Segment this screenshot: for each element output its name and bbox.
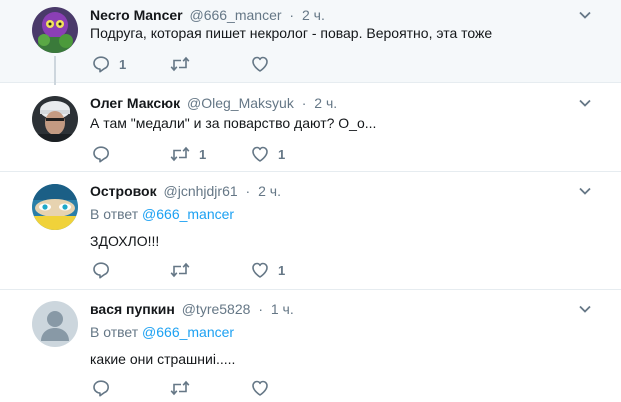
separator: · <box>289 7 295 23</box>
tweet-text: А там "медали" и за поварство дают? О_о.… <box>90 115 377 131</box>
timestamp[interactable]: 2 ч. <box>302 7 325 23</box>
username[interactable]: @jcnhjdjr61 <box>164 183 238 199</box>
chevron-down-icon[interactable] <box>579 186 591 196</box>
thread-line <box>54 56 56 85</box>
retweet-count: 1 <box>199 146 207 162</box>
like-button[interactable]: 1 <box>251 261 285 279</box>
reply-label: В ответ <box>90 324 139 340</box>
tweet-header: Островок @jcnhjdjr61 · 2 ч. <box>90 182 281 200</box>
tweet-oleg-maksyuk[interactable]: Олег Максюк @Oleg_Maksyuk · 2 ч. А там "… <box>0 83 621 171</box>
timestamp[interactable]: 2 ч. <box>258 183 281 199</box>
mention-link[interactable]: @666_mancer <box>142 206 234 222</box>
avatar-oleg-maksyuk[interactable] <box>32 96 78 142</box>
chevron-down-icon[interactable] <box>579 304 591 314</box>
username[interactable]: @tyre5828 <box>182 301 251 317</box>
reply-icon <box>92 261 110 279</box>
separator: · <box>258 301 263 317</box>
like-button[interactable]: 1 <box>251 145 285 163</box>
retweet-icon <box>170 379 190 397</box>
display-name[interactable]: Островок <box>90 183 157 199</box>
heart-icon <box>251 379 269 397</box>
reply-button[interactable]: 1 <box>92 55 126 73</box>
username[interactable]: @666_mancer <box>189 7 281 23</box>
tweet-header: Necro Mancer @666_mancer · 2 ч. <box>90 6 325 24</box>
tweet-text: какие они страшниі..... <box>90 351 236 367</box>
like-count: 1 <box>278 146 286 162</box>
mention-link[interactable]: @666_mancer <box>142 324 234 340</box>
like-button[interactable] <box>251 379 278 397</box>
timestamp[interactable]: 1 ч. <box>271 301 294 317</box>
reply-icon <box>92 145 110 163</box>
reply-button[interactable] <box>92 379 119 397</box>
retweet-icon <box>170 55 190 73</box>
retweet-button[interactable] <box>170 261 199 279</box>
avatar-ostrovok[interactable] <box>32 184 78 230</box>
reply-context: В ответ @666_mancer <box>90 323 234 341</box>
heart-icon <box>251 55 269 73</box>
tweet-necro-mancer[interactable]: Necro Mancer @666_mancer · 2 ч. Подруга,… <box>0 0 621 82</box>
avatar-vasya-pupkin[interactable] <box>32 301 78 347</box>
retweet-icon <box>170 261 190 279</box>
tweet-ostrovok[interactable]: Островок @jcnhjdjr61 · 2 ч. В ответ @666… <box>0 172 621 289</box>
tweet-text: ЗДОХЛО!!! <box>90 233 160 249</box>
reply-button[interactable] <box>92 261 119 279</box>
retweet-button[interactable] <box>170 55 199 73</box>
reply-count: 1 <box>119 56 127 72</box>
heart-icon <box>251 145 269 163</box>
chevron-down-icon[interactable] <box>579 10 591 20</box>
separator: · <box>245 183 251 199</box>
tweet-header: Олег Максюк @Oleg_Maksyuk · 2 ч. <box>90 94 337 112</box>
retweet-icon <box>170 145 190 163</box>
reply-icon <box>92 55 110 73</box>
display-name[interactable]: вася пупкин <box>90 301 175 317</box>
reply-icon <box>92 379 110 397</box>
tweet-text: Подруга, которая пишет некролог - повар.… <box>90 25 493 41</box>
reply-label: В ответ <box>90 206 139 222</box>
username[interactable]: @Oleg_Maksyuk <box>187 95 294 111</box>
tweet-header: вася пупкин @tyre5828 · 1 ч. <box>90 300 294 318</box>
heart-icon <box>251 261 269 279</box>
retweet-button[interactable] <box>170 379 199 397</box>
reply-context: В ответ @666_mancer <box>90 205 234 223</box>
like-button[interactable] <box>251 55 278 73</box>
display-name[interactable]: Necro Mancer <box>90 7 183 23</box>
avatar-necro-mancer[interactable] <box>32 7 78 53</box>
retweet-button[interactable]: 1 <box>170 145 206 163</box>
like-count: 1 <box>278 262 286 278</box>
timestamp[interactable]: 2 ч. <box>314 95 337 111</box>
display-name[interactable]: Олег Максюк <box>90 95 180 111</box>
chevron-down-icon[interactable] <box>579 98 591 108</box>
separator: · <box>301 95 307 111</box>
tweet-vasya-pupkin[interactable]: вася пупкин @tyre5828 · 1 ч. В ответ @66… <box>0 290 621 402</box>
reply-button[interactable] <box>92 145 119 163</box>
